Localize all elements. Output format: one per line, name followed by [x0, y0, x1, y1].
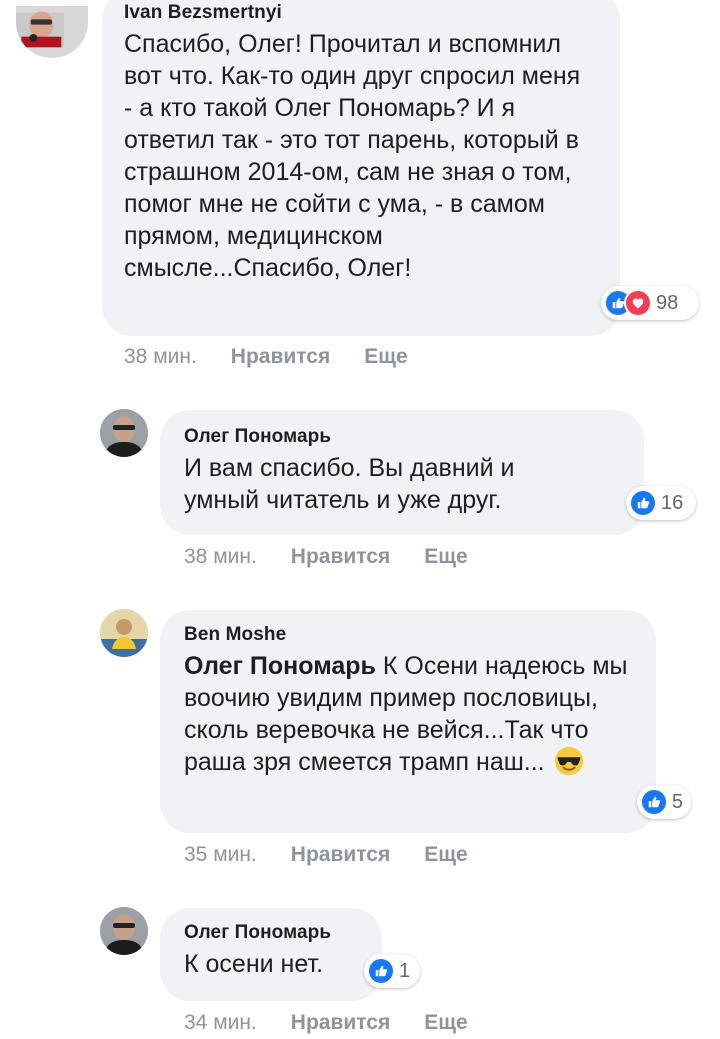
reaction-count: 5: [671, 790, 683, 813]
reaction-count: 16: [661, 491, 684, 514]
reaction-summary[interactable]: 16: [626, 486, 696, 520]
comment-time[interactable]: 38 мин.: [124, 345, 197, 369]
like-icon: [629, 489, 657, 517]
reaction-summary[interactable]: 1: [364, 954, 420, 988]
comment-author[interactable]: Ivan Bezsmertnyi: [124, 2, 598, 24]
mention-link[interactable]: Олег Пономарь: [184, 652, 376, 680]
like-button[interactable]: Нравится: [291, 843, 390, 867]
like-icon: [367, 957, 395, 985]
comment-time[interactable]: 38 мин.: [184, 545, 257, 569]
comment-meta: 34 мин. Нравится Еще: [184, 1011, 502, 1035]
comment-bubble: Олег Пономарь И вам спасибо. Вы давний и…: [160, 410, 644, 535]
avatar[interactable]: [100, 609, 148, 657]
love-icon: [624, 289, 652, 317]
sunglasses-emoji-icon: [554, 746, 583, 776]
comment-text: Спасибо, Олег! Прочитал и вспомнил вот ч…: [124, 30, 581, 282]
comment-text: И вам спасибо. Вы давний и умный читател…: [184, 454, 515, 514]
comment-text: Олег Пономарь К Осени надеюсь мы воочию …: [184, 650, 636, 778]
comment-bubble: Ivan Bezsmertnyi Спасибо, Олег! Прочитал…: [102, 0, 620, 336]
more-button[interactable]: Еще: [364, 345, 407, 369]
comment-time[interactable]: 34 мин.: [184, 1011, 257, 1035]
avatar-photo-icon: [16, 11, 64, 48]
comment-meta: 38 мин. Нравится Еще: [124, 345, 442, 369]
reaction-summary[interactable]: 98: [601, 286, 699, 320]
reaction-summary[interactable]: 5: [637, 785, 691, 819]
comment-meta: 38 мин. Нравится Еще: [184, 545, 502, 569]
like-button[interactable]: Нравится: [231, 345, 330, 369]
comment-bubble: Ben Moshe Олег Пономарь К Осени надеюсь …: [160, 610, 656, 833]
comment-bubble: Олег Пономарь К осени нет.: [160, 908, 382, 1001]
comment-meta: 35 мин. Нравится Еще: [184, 843, 502, 867]
comment-author[interactable]: Олег Пономарь: [184, 426, 620, 448]
more-button[interactable]: Еще: [424, 843, 467, 867]
avatar-photo-icon: [100, 409, 148, 457]
avatar[interactable]: [100, 907, 148, 955]
avatar[interactable]: [100, 409, 148, 457]
comment-time[interactable]: 35 мин.: [184, 843, 257, 867]
more-button[interactable]: Еще: [424, 545, 467, 569]
avatar-photo-icon: [100, 907, 148, 955]
comment-author[interactable]: Олег Пономарь: [184, 922, 358, 944]
avatar-photo-icon: [100, 609, 148, 657]
reaction-count: 98: [656, 291, 679, 314]
comment-author[interactable]: Ben Moshe: [184, 624, 632, 646]
like-button[interactable]: Нравится: [291, 545, 390, 569]
avatar[interactable]: [16, 6, 88, 58]
more-button[interactable]: Еще: [424, 1011, 467, 1035]
like-button[interactable]: Нравится: [291, 1011, 390, 1035]
like-icon: [640, 788, 668, 816]
reaction-count: 1: [399, 959, 411, 982]
comment-text: К осени нет.: [184, 950, 324, 978]
